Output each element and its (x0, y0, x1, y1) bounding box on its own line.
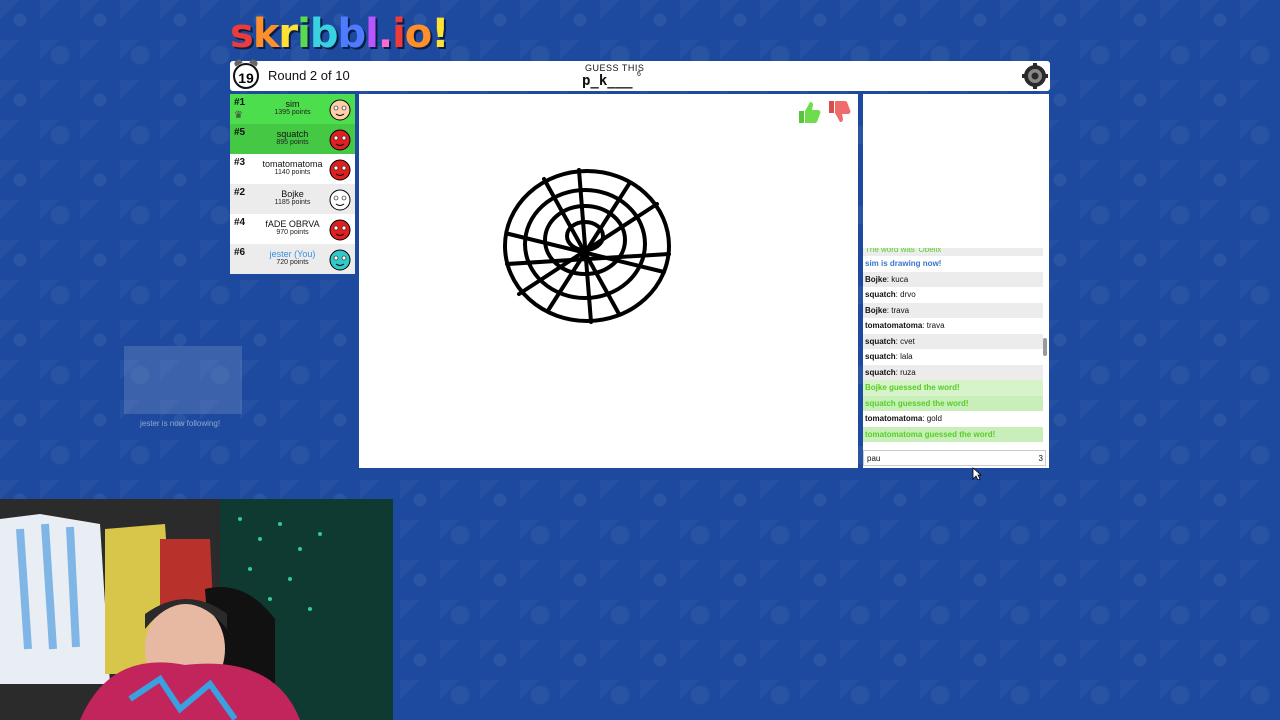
chat-scroll-thumb[interactable] (1043, 338, 1047, 356)
player-points: 970 points (276, 229, 309, 236)
player-avatar-icon (329, 159, 351, 181)
round-indicator: Round 2 of 10 (268, 68, 350, 83)
word-length: 6 (637, 71, 641, 78)
drawing-canvas[interactable] (359, 94, 858, 468)
player-list: #1 sim 1395 points ♛ #5 squatch 895 points #3 to… (230, 94, 355, 274)
chat-message: squatch: drvo (863, 287, 1043, 303)
player-name: jester (You) (269, 249, 316, 259)
player-rank: #6 (234, 247, 246, 258)
player-avatar-icon (329, 189, 351, 211)
logo-letter: b (337, 11, 367, 57)
timer-clock-icon: 19 (233, 63, 259, 89)
player-name: fADE OBRVA (265, 219, 320, 229)
player-row[interactable]: #2 Bojke 1185 points (230, 184, 355, 214)
chat-message: squatch: ruza (863, 364, 1043, 380)
chat-author: Bojke (865, 305, 887, 315)
player-points: 895 points (276, 139, 309, 146)
chat-author: tomatomatoma (865, 414, 923, 423)
logo-letter: r (278, 11, 298, 57)
chat-message: Bojke: kuca (863, 271, 1043, 287)
player-row[interactable]: #4 fADE OBRVA 970 points (230, 214, 355, 244)
webcam-feed (0, 499, 393, 720)
player-rank: #5 (234, 127, 246, 138)
game-header: 19 Round 2 of 10 GUESS THIS p_k___ 6 (230, 61, 1050, 91)
logo-letter: l (365, 11, 379, 57)
player-points: 720 points (276, 259, 309, 266)
chat-message: squatch: lala (863, 349, 1043, 365)
chat-message: tomatomatoma: gold (863, 411, 1043, 427)
chat-message: tomatomatoma guessed the word! (863, 426, 1043, 442)
player-name: sim (285, 99, 300, 109)
follow-alert-overlay (124, 346, 242, 414)
logo-letter: i (297, 11, 311, 57)
chat-message: Bojke: trava (863, 302, 1043, 318)
chat-text: trava (891, 305, 910, 315)
chat-text: Bojke guessed the word! (865, 383, 960, 392)
player-row[interactable]: #5 squatch 895 points (230, 124, 355, 154)
chat-author: tomatomatoma (865, 321, 923, 330)
logo-letter: i (392, 11, 406, 57)
chat-message: tomatomatoma: trava (863, 318, 1043, 334)
chat-author: squatch (865, 367, 896, 377)
chat-author: squatch (865, 352, 896, 361)
chat-messages: The word was 'Obelix' sim is drawing now!… (863, 248, 1043, 448)
logo-letter: s (230, 11, 254, 57)
word-hint: p_k___ (582, 73, 633, 89)
chat-author: Bojke (865, 274, 887, 284)
logo-letter: . (377, 11, 393, 57)
chat-message: Bojke guessed the word! (863, 380, 1043, 396)
logo-letter: o (404, 11, 433, 57)
player-avatar-icon (329, 219, 351, 241)
mouse-cursor-icon (972, 467, 982, 481)
chat-text: kuca (891, 274, 909, 284)
follow-alert-text: jester is now following! (140, 419, 221, 428)
chat-author: squatch (865, 336, 896, 346)
settings-gear-icon[interactable] (1022, 63, 1048, 89)
timer-value: 19 (238, 70, 254, 86)
chat-char-count: 3 (1038, 454, 1043, 463)
skribbl-logo: skribbl.io! (230, 11, 450, 57)
logo-letter: b (309, 11, 339, 57)
webcam-scene-image (0, 499, 393, 720)
chat-text: cvet (900, 336, 915, 346)
sketch-spiderweb (503, 168, 671, 324)
chat-text: squatch guessed the word! (865, 398, 969, 408)
chat-message: The word was 'Obelix' (863, 248, 1043, 256)
chat-message: sim is drawing now! (863, 256, 1043, 272)
chat-text: drvo (900, 290, 916, 299)
chat-text: trava (926, 321, 945, 330)
player-points: 1395 points (274, 109, 311, 116)
player-rank: #1 (234, 97, 246, 108)
player-points: 1185 points (274, 199, 311, 206)
chat-text: sim is drawing now! (865, 259, 942, 268)
chat-text: ruza (900, 367, 916, 377)
player-rank: #3 (234, 157, 246, 168)
chat-input[interactable]: pau (863, 450, 1046, 466)
player-row[interactable]: #3 tomatomatoma 1140 points (230, 154, 355, 184)
chat-text: gold (926, 414, 942, 423)
logo-letter: ! (431, 11, 449, 57)
chat-panel: The word was 'Obelix' sim is drawing now!… (863, 94, 1049, 468)
chat-author: squatch (865, 290, 896, 299)
logo-letter: k (252, 11, 280, 57)
player-name: squatch (276, 129, 309, 139)
crown-icon: ♛ (234, 110, 243, 121)
player-rank: #4 (234, 217, 246, 228)
chat-text: lala (900, 352, 913, 361)
player-rank: #2 (234, 187, 246, 198)
player-avatar-icon (329, 249, 351, 271)
player-name: Bojke (281, 189, 304, 199)
guess-this-label: GUESS THIS (585, 63, 645, 73)
chat-message: squatch: cvet (863, 333, 1043, 349)
chat-text: The word was 'Obelix' (865, 248, 943, 254)
player-row[interactable]: #1 sim 1395 points ♛ (230, 94, 355, 124)
player-avatar-icon (329, 129, 351, 151)
player-points: 1140 points (274, 169, 311, 176)
player-row[interactable]: #6 jester (You) 720 points (230, 244, 355, 274)
player-name: tomatomatoma (262, 159, 323, 169)
chat-text: tomatomatoma guessed the word! (865, 429, 996, 439)
player-avatar-icon (329, 99, 351, 121)
chat-message: squatch guessed the word! (863, 395, 1043, 411)
